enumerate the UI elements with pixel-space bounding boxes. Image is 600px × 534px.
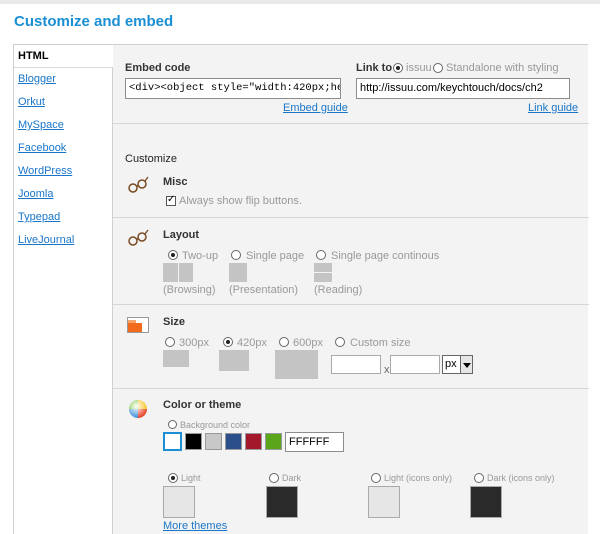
layout-continuous-thumb: [314, 263, 332, 272]
custom-height-input[interactable]: [390, 355, 440, 374]
link-to-standalone-label: Standalone with styling: [446, 62, 559, 74]
theme-dark-icons-thumb[interactable]: [470, 486, 502, 518]
flip-buttons-checkbox[interactable]: [166, 194, 176, 206]
size-300-radio[interactable]: [165, 337, 175, 347]
layout-two-up-thumb: [163, 263, 178, 282]
link-guide-link[interactable]: Link guide: [528, 102, 578, 114]
layout-two-up-thumb: [179, 263, 193, 282]
layout-single-page-caption: (Presentation): [229, 284, 299, 296]
link-to-standalone-radio[interactable]: [433, 63, 443, 73]
flip-buttons-label: Always show flip buttons.: [179, 195, 302, 207]
layout-continuous-label: Single page continous: [331, 250, 440, 262]
size-title: Size: [163, 316, 186, 328]
size-300-label: 300px: [179, 337, 209, 349]
theme-light-icons-thumb[interactable]: [368, 486, 400, 518]
layout-single-page-label: Single page: [246, 250, 305, 262]
swatch-gray[interactable]: [205, 433, 222, 450]
swatch-blue[interactable]: [225, 433, 242, 450]
dialog-title: Customize and embed: [14, 13, 174, 30]
misc-title: Misc: [163, 176, 188, 188]
window-top-strip: [0, 0, 600, 4]
sidebar-item-myspace[interactable]: MySpace: [14, 114, 112, 137]
theme-dark-icons-label: Dark (icons only): [487, 473, 555, 483]
color-theme-title: Color or theme: [163, 399, 242, 411]
size-custom-radio[interactable]: [335, 337, 345, 347]
layout-single-page-thumb: [229, 263, 247, 282]
size-300-thumb: [163, 350, 189, 367]
size-420-radio[interactable]: [223, 337, 233, 347]
theme-dark-label: Dark: [282, 473, 302, 483]
platform-sidebar: HTML Blogger Orkut MySpace Facebook Word…: [14, 45, 113, 534]
divider: [113, 304, 589, 305]
background-color-radio[interactable]: [168, 420, 177, 429]
theme-dark-icons-radio[interactable]: [474, 473, 484, 483]
embed-guide-link[interactable]: Embed guide: [283, 102, 348, 114]
theme-dark-radio[interactable]: [269, 473, 279, 483]
glasses-icon: [128, 176, 149, 193]
sidebar-item-joomla[interactable]: Joomla: [14, 183, 112, 206]
sidebar-item-html[interactable]: HTML: [14, 45, 113, 68]
swatch-white[interactable]: [163, 432, 182, 451]
custom-width-input[interactable]: [331, 355, 381, 374]
size-x-label: x: [384, 364, 390, 376]
theme-light-label: Light: [181, 473, 201, 483]
more-themes-link[interactable]: More themes: [163, 520, 227, 532]
hex-color-input[interactable]: FFFFFF: [285, 432, 344, 452]
swatch-green[interactable]: [265, 433, 282, 450]
layout-two-up-caption: (Browsing): [163, 284, 216, 296]
sidebar-item-orkut[interactable]: Orkut: [14, 91, 112, 114]
layout-continuous-thumb: [314, 273, 332, 282]
sidebar-item-blogger[interactable]: Blogger: [14, 68, 112, 91]
layout-two-up-radio[interactable]: [168, 250, 178, 260]
link-to-issuu-label: issuu: [406, 62, 432, 74]
link-url-field[interactable]: http://issuu.com/keychtouch/docs/ch2: [356, 78, 570, 99]
sidebar-item-facebook[interactable]: Facebook: [14, 137, 112, 160]
sidebar-item-typepad[interactable]: Typepad: [14, 206, 112, 229]
size-unit-select[interactable]: px: [442, 355, 473, 374]
customize-panel: HTML Blogger Orkut MySpace Facebook Word…: [13, 44, 589, 534]
size-unit-value: px: [445, 358, 457, 370]
theme-dark-thumb[interactable]: [266, 486, 298, 518]
color-wheel-icon: [129, 400, 147, 418]
embed-code-label: Embed code: [125, 62, 191, 74]
swatch-red[interactable]: [245, 433, 262, 450]
page-size-icon: [127, 317, 149, 333]
theme-light-icons-label: Light (icons only): [384, 473, 453, 483]
layout-single-page-radio[interactable]: [231, 250, 241, 260]
size-420-label: 420px: [237, 337, 267, 349]
layout-title: Layout: [163, 229, 200, 241]
theme-light-thumb[interactable]: [163, 486, 195, 518]
theme-light-radio[interactable]: [168, 473, 178, 483]
swatch-black[interactable]: [185, 433, 202, 450]
layout-two-up-label: Two-up: [182, 250, 219, 262]
customize-heading: Customize: [125, 153, 177, 165]
size-600-label: 600px: [293, 337, 323, 349]
divider: [113, 217, 589, 218]
divider: [113, 123, 589, 124]
size-420-thumb: [219, 350, 249, 371]
theme-light-icons-radio[interactable]: [371, 473, 381, 483]
link-to-label: Link to: [356, 62, 393, 74]
background-color-label: Background color: [180, 420, 251, 430]
link-to-issuu-radio[interactable]: [393, 63, 403, 73]
sidebar-item-livejournal[interactable]: LiveJournal: [14, 229, 112, 252]
embed-code-field[interactable]: <div><object style="width:420px;height:2…: [125, 78, 341, 99]
layout-continuous-caption: (Reading): [314, 284, 363, 296]
layout-continuous-radio[interactable]: [316, 250, 326, 260]
glasses-icon: [128, 229, 149, 246]
size-custom-label: Custom size: [350, 337, 411, 349]
chevron-down-icon: [460, 356, 472, 373]
sidebar-item-wordpress[interactable]: WordPress: [14, 160, 112, 183]
main-content: Embed code <div><object style="width:420…: [112, 45, 589, 534]
size-600-radio[interactable]: [279, 337, 289, 347]
divider: [113, 388, 589, 389]
size-600-thumb: [275, 350, 318, 379]
